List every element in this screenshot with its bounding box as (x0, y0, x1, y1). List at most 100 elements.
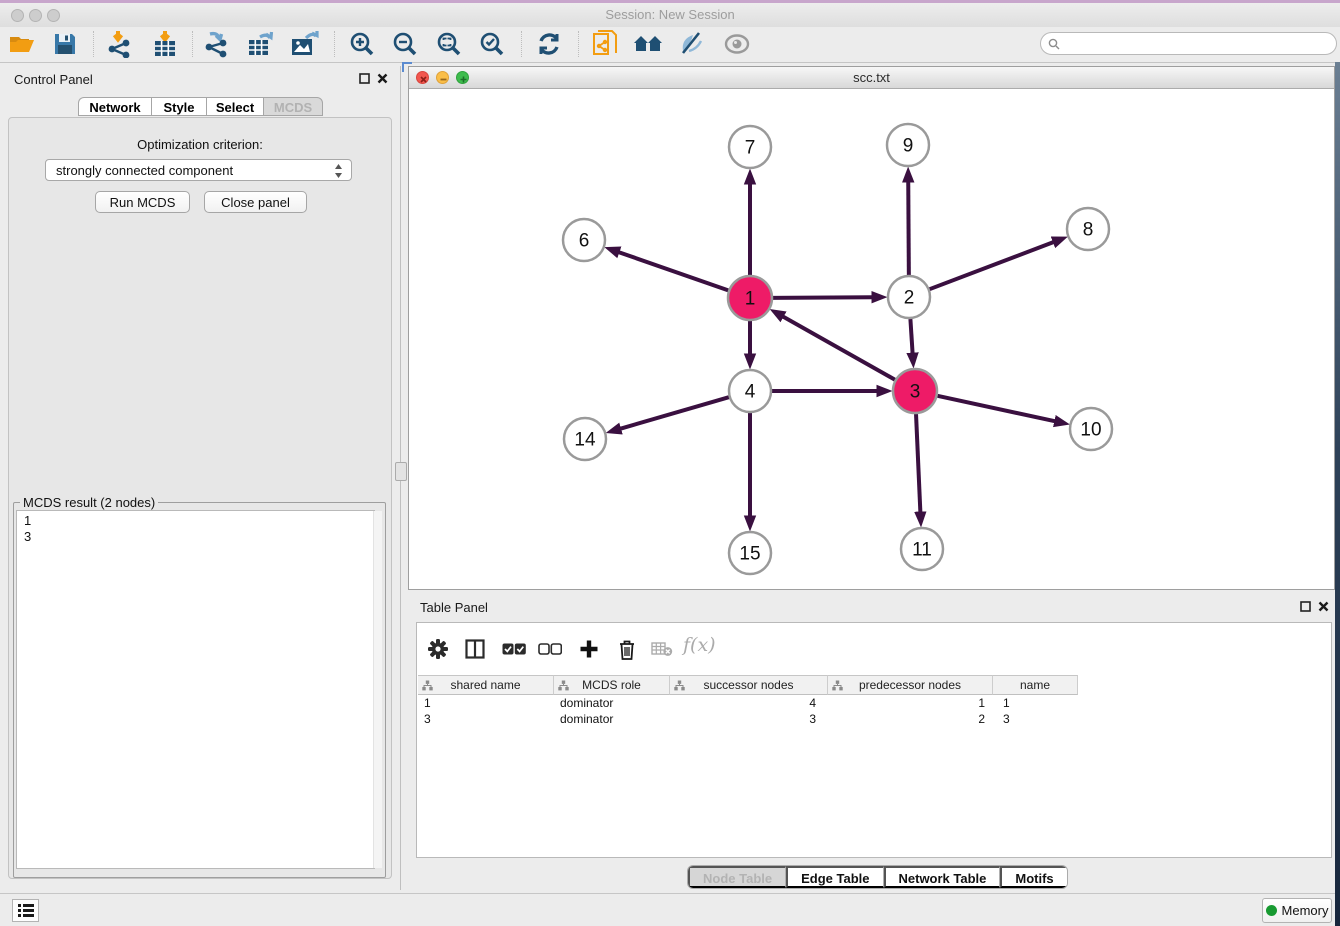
clone-network-icon (592, 29, 618, 59)
trash-icon (618, 639, 636, 660)
table-row[interactable]: 3dominator323 (418, 711, 1078, 727)
tab-mcds[interactable]: MCDS (263, 97, 323, 116)
table-panel-body: f(x) shared nameMCDS rolesuccessor nodes… (416, 622, 1332, 858)
zoom-fit-icon (436, 31, 462, 57)
column-header-predecessor-nodes[interactable]: predecessor nodes (828, 675, 993, 695)
mcds-result-scrollbar[interactable] (373, 511, 382, 868)
graph-edge-2-8[interactable] (930, 242, 1054, 289)
graph-edge-4-14[interactable] (621, 397, 729, 429)
network-window-title: scc.txt (409, 70, 1334, 85)
control-panel-close-button[interactable] (375, 71, 389, 85)
zoom-out-button[interactable] (388, 28, 422, 59)
table-cell[interactable]: 2 (828, 711, 993, 727)
show-hide-details-button[interactable] (720, 28, 754, 59)
table-panel-close-button[interactable] (1316, 599, 1330, 613)
graph-node-14[interactable]: 14 (564, 418, 606, 460)
table-cell[interactable]: 4 (670, 695, 828, 711)
network-canvas[interactable]: 7 9 6 8 1 2 4 3 14 10 15 11 (409, 89, 1334, 589)
graph-node-2[interactable]: 2 (888, 276, 930, 318)
graph-edge-3-11[interactable] (916, 414, 920, 512)
table-cell[interactable]: dominator (554, 711, 670, 727)
mcds-result-line: 1 (24, 513, 374, 529)
graph-node-7[interactable]: 7 (729, 126, 771, 168)
task-history-button[interactable] (12, 899, 39, 922)
table-cell[interactable]: 1 (828, 695, 993, 711)
graph-node-3[interactable]: 3 (893, 369, 937, 413)
criterion-select-value: strongly connected component (56, 163, 233, 178)
table-settings-button[interactable] (423, 636, 453, 662)
delete-table-button[interactable] (647, 636, 677, 662)
table-cell[interactable]: 1 (993, 695, 1078, 711)
graph-edge-1-2[interactable] (773, 297, 872, 298)
graph-node-9[interactable]: 9 (887, 124, 929, 166)
graph-node-11[interactable]: 11 (901, 528, 943, 570)
tab-network[interactable]: Network (78, 97, 151, 116)
tab-motifs[interactable]: Motifs (1000, 866, 1066, 888)
criterion-select[interactable]: strongly connected component (45, 159, 352, 181)
zoom-fit-button[interactable] (432, 28, 466, 59)
delete-column-button[interactable] (612, 636, 642, 662)
tab-style[interactable]: Style (151, 97, 206, 116)
table-cell[interactable]: 3 (670, 711, 828, 727)
first-neighbors-button[interactable] (631, 28, 665, 59)
zoom-in-button[interactable] (345, 28, 379, 59)
graphics-details-button[interactable] (674, 28, 708, 59)
add-column-button[interactable] (574, 636, 604, 662)
close-panel-button[interactable]: Close panel (204, 191, 307, 213)
table-cell[interactable]: 3 (993, 711, 1078, 727)
column-header-MCDS-role[interactable]: MCDS role (554, 675, 670, 695)
tab-node-table[interactable]: Node Table (688, 866, 786, 888)
graph-edge-2-9[interactable] (908, 182, 909, 275)
control-panel-float-button[interactable] (357, 71, 371, 85)
export-network-button[interactable] (201, 28, 235, 59)
search-field[interactable] (1040, 32, 1337, 55)
graph-edge-3-10[interactable] (937, 396, 1054, 421)
close-icon (377, 73, 388, 84)
graph-edge-1-6[interactable] (619, 252, 728, 290)
network-window-titlebar[interactable]: scc.txt (409, 67, 1334, 89)
graph-edge-3-1[interactable] (783, 317, 895, 380)
graph-node-8[interactable]: 8 (1067, 208, 1109, 250)
table-row[interactable]: 1dominator411 (418, 695, 1078, 711)
refresh-icon (536, 31, 562, 57)
apply-layout-button[interactable] (532, 28, 566, 59)
memory-status-icon (1266, 905, 1277, 916)
tab-network-table[interactable]: Network Table (884, 866, 1001, 888)
graph-node-15[interactable]: 15 (729, 532, 771, 574)
import-table-button[interactable] (148, 28, 182, 59)
column-header-shared-name[interactable]: shared name (418, 675, 554, 695)
split-columns-button[interactable] (460, 636, 490, 662)
save-session-button[interactable] (48, 28, 82, 59)
control-panel-body: Optimization criterion: strongly connect… (8, 117, 392, 879)
graph-node-10[interactable]: 10 (1070, 408, 1112, 450)
status-bar: Memory (0, 893, 1340, 926)
graph-node-1[interactable]: 1 (728, 276, 772, 320)
tab-edge-table[interactable]: Edge Table (786, 866, 883, 888)
run-mcds-button[interactable]: Run MCDS (95, 191, 190, 213)
mcds-result-textarea[interactable]: 13 (16, 510, 375, 869)
export-image-button[interactable] (288, 28, 322, 59)
function-builder-button[interactable]: f(x) (683, 634, 716, 656)
tab-select[interactable]: Select (206, 97, 263, 116)
import-network-button[interactable] (103, 28, 137, 59)
graph-node-4[interactable]: 4 (729, 370, 771, 412)
table-cell[interactable]: 1 (418, 695, 554, 711)
table-cell[interactable]: dominator (554, 695, 670, 711)
table-panel-float-button[interactable] (1298, 599, 1312, 613)
column-header-successor-nodes[interactable]: successor nodes (670, 675, 828, 695)
graph-edge-2-3[interactable] (910, 319, 912, 353)
select-all-columns-button[interactable] (499, 636, 529, 662)
open-session-button[interactable] (5, 28, 39, 59)
memory-button[interactable]: Memory (1262, 898, 1332, 923)
unselect-all-columns-button[interactable] (535, 636, 565, 662)
split-divider-grip[interactable] (395, 462, 407, 481)
column-header-name[interactable]: name (993, 675, 1078, 695)
graph-node-6[interactable]: 6 (563, 219, 605, 261)
export-table-button[interactable] (244, 28, 278, 59)
select-stepper-icon (334, 163, 343, 182)
zoom-selected-button[interactable] (475, 28, 509, 59)
search-input[interactable] (1064, 36, 1336, 52)
clone-network-button[interactable] (588, 28, 622, 59)
graphics-details-icon (677, 31, 705, 57)
table-cell[interactable]: 3 (418, 711, 554, 727)
